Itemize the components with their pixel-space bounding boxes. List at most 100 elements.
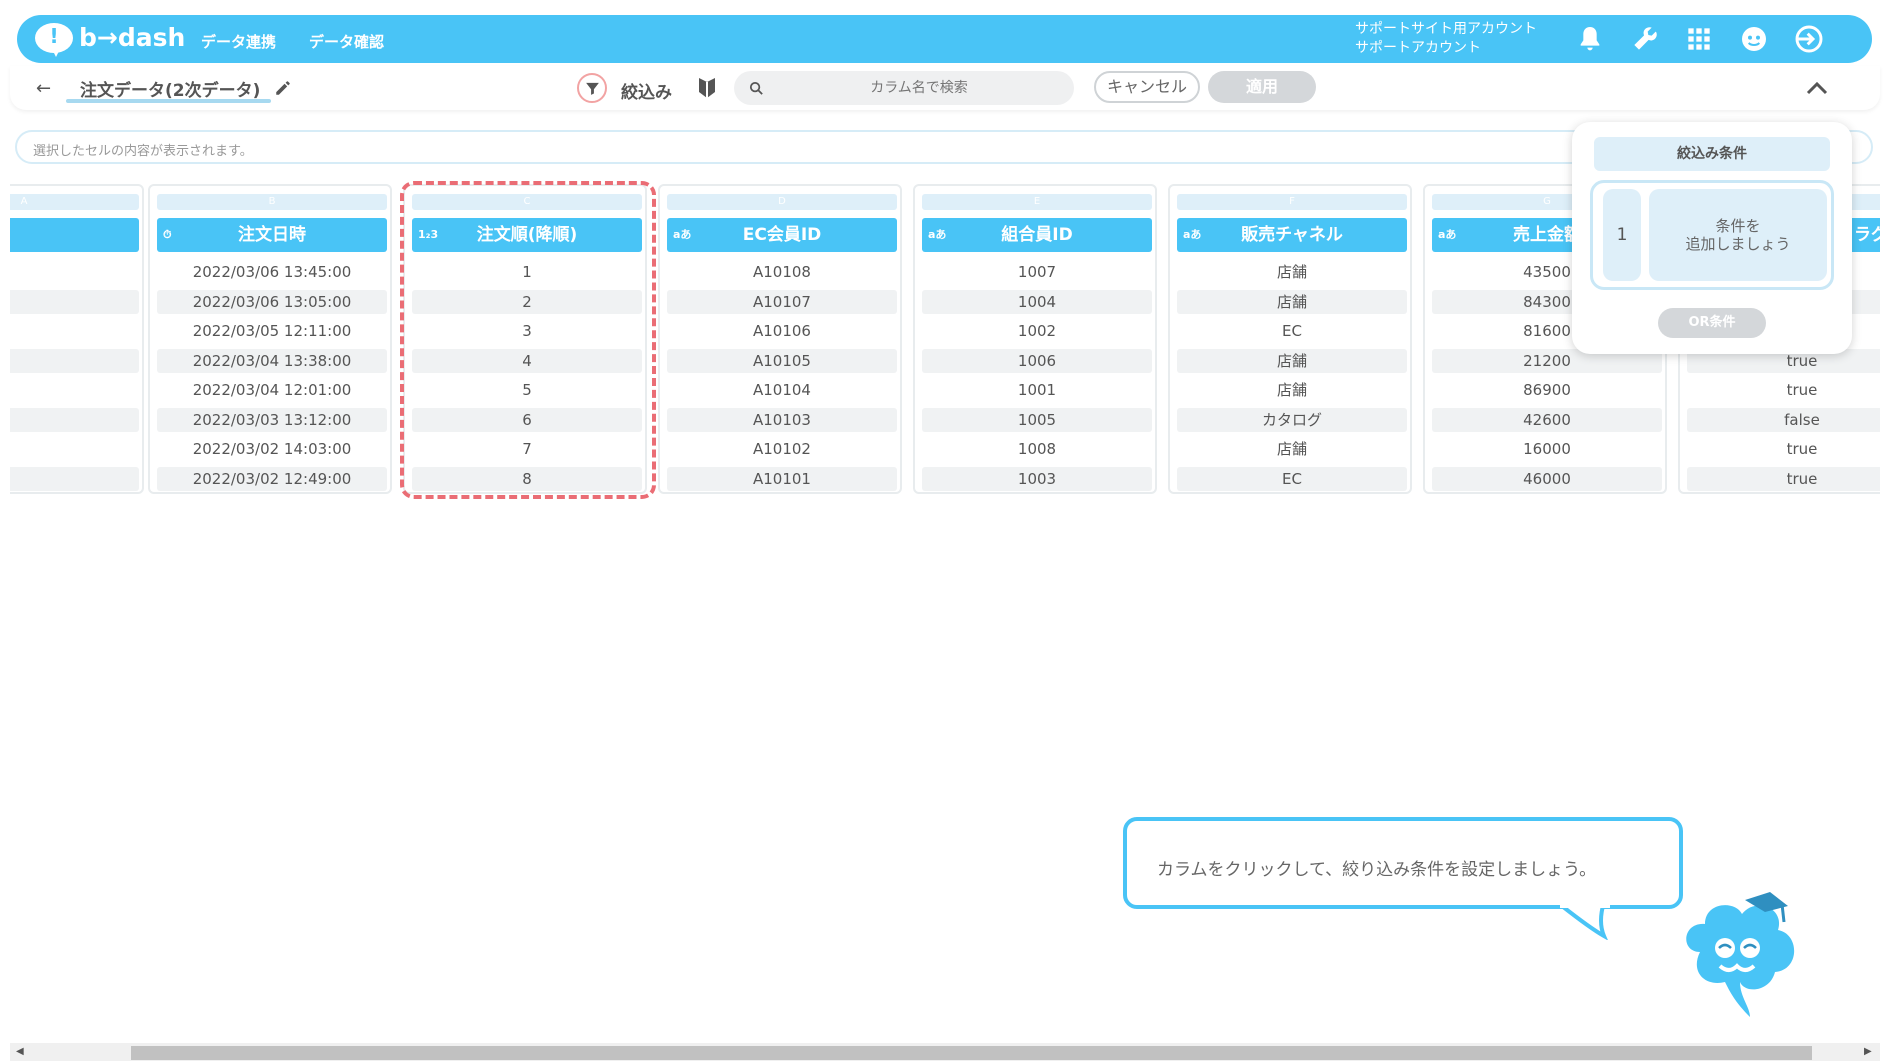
nav-data-check[interactable]: データ確認 — [309, 31, 384, 52]
column-type-icon: aあ — [1183, 228, 1202, 241]
table-cell[interactable]: 00186 — [10, 407, 139, 432]
search-input[interactable] — [774, 71, 1064, 105]
scroll-right-arrow[interactable]: ▶ — [1864, 1046, 1872, 1057]
table-cell[interactable]: 1003 — [922, 466, 1152, 491]
cancel-button[interactable]: キャンセル — [1094, 71, 1200, 103]
table-cell[interactable]: 1002 — [922, 319, 1152, 343]
table-cell[interactable]: 00189 — [10, 319, 139, 343]
table-cell[interactable]: 2022/03/06 13:05:00 — [157, 289, 387, 314]
table-cell[interactable]: 3 — [412, 319, 642, 343]
table-cell[interactable]: 00185 — [10, 437, 139, 461]
nav-data-integration[interactable]: データ連携 — [201, 31, 276, 52]
table-cell[interactable]: 2022/03/02 14:03:00 — [157, 437, 387, 461]
or-condition-button[interactable]: OR条件 — [1658, 308, 1766, 338]
column-e[interactable]: Eaあ 組合員ID 1007 1004 1002 1006 1001 1005 1008 1003 — [913, 184, 1157, 494]
scrollbar-thumb[interactable] — [131, 1046, 1812, 1060]
table-cell[interactable]: true — [1687, 437, 1880, 461]
table-cell[interactable]: A10105 — [667, 348, 897, 373]
table-cell[interactable]: 00188 — [10, 348, 139, 373]
column-type-icon: 1₂3 — [418, 228, 439, 241]
grid-icon[interactable] — [1683, 23, 1715, 55]
filter-toggle-button[interactable] — [577, 73, 607, 103]
table-cell[interactable]: A10108 — [667, 260, 897, 284]
column-header[interactable]: aあ 組合員ID — [922, 218, 1152, 252]
mascot-icon[interactable] — [1738, 23, 1770, 55]
column-c[interactable]: C 1₂3 注文順(降順) 1 2 3 4 5 6 7 8 — [403, 184, 647, 494]
logout-icon[interactable] — [1793, 23, 1825, 55]
column-b[interactable]: B ⏱ 注文日時 2022/03/06 13:45:00 2022/03/06 13:0… — [148, 184, 392, 494]
top-header: ! b→dash データ連携 データ確認 サポートサイト用アカウント サポートア… — [17, 15, 1872, 63]
column-header[interactable]: 1₂3 注文順(降順) — [412, 218, 642, 252]
table-cell[interactable]: 16000 — [1432, 437, 1662, 461]
beginner-mark-icon[interactable] — [697, 76, 717, 100]
table-cell[interactable]: 5 — [412, 378, 642, 402]
table-cell[interactable]: 8 — [412, 466, 642, 491]
table-cell[interactable]: 00191 — [10, 260, 139, 284]
column-type-icon: ⏱ — [163, 228, 172, 241]
table-cell[interactable]: false — [1687, 407, 1880, 432]
table-cell[interactable]: true — [1687, 378, 1880, 402]
table-cell[interactable]: 2022/03/04 12:01:00 — [157, 378, 387, 402]
pencil-icon[interactable] — [274, 79, 292, 97]
table-cell[interactable]: 1004 — [922, 289, 1152, 314]
table-cell[interactable]: 店舗 — [1177, 378, 1407, 402]
table-cell[interactable]: 86900 — [1432, 378, 1662, 402]
tooltip-text: カラムをクリックして、絞り込み条件を設定しましょう。 — [1157, 860, 1597, 880]
table-cell[interactable]: 00190 — [10, 289, 139, 314]
table-cell[interactable]: A10104 — [667, 378, 897, 402]
table-cell[interactable]: 42600 — [1432, 407, 1662, 432]
page-title[interactable]: 注文データ(2次データ) — [80, 76, 260, 101]
table-cell[interactable]: 2022/03/05 12:11:00 — [157, 319, 387, 343]
table-cell[interactable]: 1006 — [922, 348, 1152, 373]
table-cell[interactable]: 4 — [412, 348, 642, 373]
table-cell[interactable]: A10101 — [667, 466, 897, 491]
table-cell[interactable]: 1001 — [922, 378, 1152, 402]
table-cell[interactable]: 1008 — [922, 437, 1152, 461]
table-cell[interactable]: 00187 — [10, 378, 139, 402]
table-cell[interactable]: A10107 — [667, 289, 897, 314]
column-d[interactable]: Daあ EC会員ID A10108 A10107 A10106 A10105 A10104 A… — [658, 184, 902, 494]
wrench-icon[interactable] — [1629, 23, 1661, 55]
table-cell[interactable]: 1007 — [922, 260, 1152, 284]
table-cell[interactable]: EC — [1177, 319, 1407, 343]
table-cell[interactable]: 00184 — [10, 466, 139, 491]
table-cell[interactable]: 店舗 — [1177, 437, 1407, 461]
table-cell[interactable]: 2022/03/06 13:45:00 — [157, 260, 387, 284]
table-cell[interactable]: EC — [1177, 466, 1407, 491]
table-cell[interactable]: A10102 — [667, 437, 897, 461]
table-cell[interactable]: 1 — [412, 260, 642, 284]
column-header[interactable]: aあ 販売チャネル — [1177, 218, 1407, 252]
column-header[interactable]: 文ID — [10, 218, 139, 252]
column-f[interactable]: Faあ 販売チャネル 店舗 店舗 EC 店舗 店舗 カタログ 店舗 EC — [1168, 184, 1412, 494]
table-cell[interactable]: 店舗 — [1177, 289, 1407, 314]
table-cell[interactable]: 7 — [412, 437, 642, 461]
table-cell[interactable]: 2 — [412, 289, 642, 314]
table-cell[interactable]: A10103 — [667, 407, 897, 432]
column-header[interactable]: ⏱ 注文日時 — [157, 218, 387, 252]
brand-logo[interactable]: ! b→dash — [35, 23, 195, 57]
table-cell[interactable]: 店舗 — [1177, 348, 1407, 373]
apply-button[interactable]: 適用 — [1208, 71, 1316, 103]
condition-number: 1 — [1603, 189, 1641, 281]
chevron-up-icon[interactable] — [1805, 78, 1829, 96]
account-info[interactable]: サポートサイト用アカウント サポートアカウント — [1355, 20, 1537, 58]
filter-label: 絞込み — [621, 83, 672, 103]
table-cell[interactable]: true — [1687, 466, 1880, 491]
add-condition-area[interactable]: 条件を 追加しましょう — [1649, 189, 1827, 281]
column-header[interactable]: aあ EC会員ID — [667, 218, 897, 252]
bell-icon[interactable] — [1574, 23, 1606, 55]
table-cell[interactable]: A10106 — [667, 319, 897, 343]
table-cell[interactable]: 2022/03/04 13:38:00 — [157, 348, 387, 373]
table-cell[interactable]: 1005 — [922, 407, 1152, 432]
table-cell[interactable]: 46000 — [1432, 466, 1662, 491]
column-letter: E — [922, 194, 1152, 210]
column-a[interactable]: A 文ID 00191 00190 00189 00188 00187 00186 00185 0… — [10, 184, 144, 494]
table-cell[interactable]: カタログ — [1177, 407, 1407, 432]
panel-title: 絞込み条件 — [1594, 137, 1830, 171]
table-cell[interactable]: 2022/03/02 12:49:00 — [157, 466, 387, 491]
table-cell[interactable]: 6 — [412, 407, 642, 432]
table-cell[interactable]: 2022/03/03 13:12:00 — [157, 407, 387, 432]
back-button[interactable]: ← — [36, 78, 51, 99]
table-cell[interactable]: 店舗 — [1177, 260, 1407, 284]
scroll-left-arrow[interactable]: ◀ — [16, 1046, 24, 1057]
